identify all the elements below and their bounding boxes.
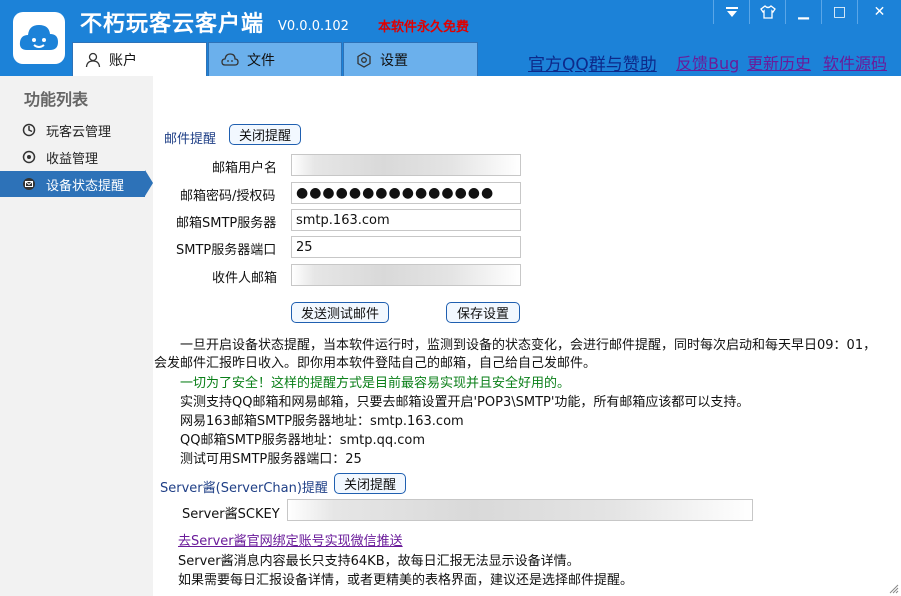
window-controls: ▁ □ ✕ xyxy=(713,0,901,24)
refresh-icon xyxy=(22,123,36,137)
target-icon xyxy=(22,150,36,164)
info-text: 一旦开启设备状态提醒，当本软件运行时，监测到设备的状态变化，会进行邮件提醒，同时… xyxy=(180,338,877,353)
safety-note: 一切为了安全！这样的提醒方式是目前最容易实现并且安全好用的。 xyxy=(180,376,571,391)
smtp-port-input[interactable]: 25 xyxy=(291,236,521,258)
sidebar-item-income[interactable]: 收益管理 xyxy=(0,144,153,170)
title-bar: 不朽玩客云客户端 V0.0.0.102 本软件永久免费 ▁ □ ✕ 账户 文件 … xyxy=(0,0,901,76)
tab-account[interactable]: 账户 xyxy=(72,42,207,76)
save-settings-button[interactable]: 保存设置 xyxy=(446,302,520,323)
smtp-server-input[interactable]: smtp.163.com xyxy=(291,209,521,231)
info-text: QQ邮箱SMTP服务器地址：smtp.qq.com xyxy=(180,433,426,448)
email-password-label: 邮箱密码/授权码 xyxy=(180,189,276,204)
skin-button[interactable] xyxy=(749,0,785,24)
chevron-down-icon xyxy=(725,7,738,17)
update-history-link[interactable]: 更新历史 xyxy=(747,50,811,74)
serverchan-bind-link[interactable]: 去Server酱官网绑定账号实现微信推送 xyxy=(178,530,403,549)
shirt-icon xyxy=(759,5,776,19)
app-logo-icon xyxy=(13,12,65,64)
sidebar-item-label: 玩客云管理 xyxy=(46,124,112,140)
settings-icon xyxy=(357,51,371,68)
smtp-port-label: SMTP服务器端口 xyxy=(176,243,277,258)
serverchan-section-label: Server酱(ServerChan)提醒 xyxy=(160,481,328,496)
recipient-email-input[interactable] xyxy=(291,264,521,286)
send-test-email-button[interactable]: 发送测试邮件 xyxy=(291,302,389,323)
tab-files-label: 文件 xyxy=(247,52,275,69)
free-note: 本软件永久免费 xyxy=(378,20,470,35)
sidebar-item-wankeyun[interactable]: 玩客云管理 xyxy=(0,117,153,143)
active-indicator xyxy=(145,170,153,196)
source-code-link[interactable]: 软件源码 xyxy=(823,50,887,74)
info-text: 实测支持QQ邮箱和网易邮箱，只要去邮箱设置开启'POP3\SMTP'功能，所有邮… xyxy=(180,395,750,410)
recipient-email-label: 收件人邮箱 xyxy=(212,271,278,286)
app-version: V0.0.0.102 xyxy=(278,19,349,34)
feedback-bug-link[interactable]: 反馈Bug xyxy=(676,50,739,74)
email-section-label: 邮件提醒 xyxy=(164,132,217,147)
sidebar-item-device-alert[interactable]: 设备状态提醒 xyxy=(0,171,145,197)
serverchan-toggle-button[interactable]: 关闭提醒 xyxy=(334,473,406,494)
tab-files[interactable]: 文件 xyxy=(208,42,342,76)
info-text: 测试可用SMTP服务器端口：25 xyxy=(180,452,362,467)
info-text: 会发邮件汇报昨日收入。即你用本软件登陆自己的邮箱，自己给自己发邮件。 xyxy=(154,356,597,371)
tab-account-label: 账户 xyxy=(109,52,137,69)
serverchan-note: Server酱消息内容最长只支持64KB，故每日汇报无法显示设备详情。 xyxy=(178,554,580,569)
sidebar-item-label: 设备状态提醒 xyxy=(46,178,125,194)
qq-group-link[interactable]: 官方QQ群与赞助 xyxy=(528,50,657,75)
serverchan-note: 如果需要每日汇报设备详情，或者更精美的表格界面，建议还是选择邮件提醒。 xyxy=(178,573,634,588)
menu-button[interactable] xyxy=(713,0,749,24)
sckey-input[interactable] xyxy=(287,499,753,521)
close-button[interactable]: ✕ xyxy=(857,0,901,24)
email-password-input[interactable]: ●●●●●●●●●●●●●●● xyxy=(291,182,521,204)
email-username-label: 邮箱用户名 xyxy=(212,161,278,176)
smtp-server-label: 邮箱SMTP服务器 xyxy=(176,216,277,231)
sckey-label: Server酱SCKEY xyxy=(182,507,280,522)
maximize-button[interactable]: □ xyxy=(821,0,857,24)
info-text: 网易163邮箱SMTP服务器地址：smtp.163.com xyxy=(180,414,464,429)
sidebar: 功能列表 玩客云管理 收益管理 设备状态提醒 xyxy=(0,76,153,596)
app-title: 不朽玩客云客户端 xyxy=(80,12,265,37)
user-icon xyxy=(85,52,101,67)
email-toggle-button[interactable]: 关闭提醒 xyxy=(229,124,301,145)
email-username-input[interactable] xyxy=(291,154,521,176)
cloud-icon xyxy=(221,52,239,66)
tab-settings-label: 设置 xyxy=(380,52,408,69)
mail-icon xyxy=(23,178,35,190)
sidebar-title: 功能列表 xyxy=(24,90,89,109)
resize-grip-icon[interactable] xyxy=(887,582,899,594)
minimize-button[interactable]: ▁ xyxy=(785,0,821,24)
tab-settings[interactable]: 设置 xyxy=(343,42,478,76)
sidebar-item-label: 收益管理 xyxy=(46,151,99,167)
